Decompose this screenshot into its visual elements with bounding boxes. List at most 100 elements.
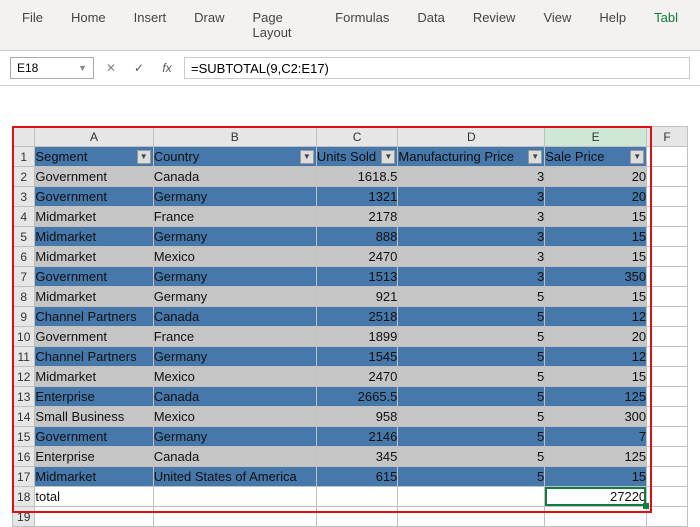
selection-handle[interactable] <box>643 503 649 509</box>
data-cell[interactable]: Government <box>35 327 153 347</box>
data-cell[interactable]: Germany <box>153 267 316 287</box>
data-cell[interactable]: 5 <box>398 367 545 387</box>
data-cell[interactable]: 1545 <box>316 347 398 367</box>
cell[interactable] <box>316 487 398 507</box>
data-cell[interactable]: Midmarket <box>35 247 153 267</box>
data-cell[interactable]: 20 <box>545 167 647 187</box>
cell-F1[interactable] <box>647 147 688 167</box>
ribbon-tab-insert[interactable]: Insert <box>120 4 181 46</box>
data-cell[interactable]: 5 <box>398 287 545 307</box>
cell-F12[interactable] <box>647 367 688 387</box>
data-cell[interactable]: Midmarket <box>35 287 153 307</box>
data-cell[interactable]: 888 <box>316 227 398 247</box>
header-cell-manufacturing-price[interactable]: Manufacturing Price▼ <box>398 147 545 167</box>
data-cell[interactable]: 345 <box>316 447 398 467</box>
data-cell[interactable]: 1899 <box>316 327 398 347</box>
data-cell[interactable]: 5 <box>398 347 545 367</box>
row-header-9[interactable]: 9 <box>13 307 35 327</box>
cell[interactable] <box>398 487 545 507</box>
data-cell[interactable]: Government <box>35 187 153 207</box>
data-cell[interactable]: Germany <box>153 227 316 247</box>
filter-icon[interactable]: ▼ <box>381 150 395 164</box>
cell-F6[interactable] <box>647 247 688 267</box>
data-cell[interactable]: 15 <box>545 247 647 267</box>
row-header-6[interactable]: 6 <box>13 247 35 267</box>
row-header-13[interactable]: 13 <box>13 387 35 407</box>
data-cell[interactable]: Canada <box>153 447 316 467</box>
fx-icon[interactable]: fx <box>156 57 178 79</box>
data-cell[interactable]: 125 <box>545 387 647 407</box>
data-cell[interactable]: France <box>153 207 316 227</box>
data-cell[interactable]: Enterprise <box>35 387 153 407</box>
data-cell[interactable]: 15 <box>545 227 647 247</box>
col-header-D[interactable]: D <box>398 127 545 147</box>
row-header-8[interactable]: 8 <box>13 287 35 307</box>
data-cell[interactable]: 3 <box>398 227 545 247</box>
data-cell[interactable]: Germany <box>153 347 316 367</box>
data-cell[interactable]: 2470 <box>316 247 398 267</box>
row-header-5[interactable]: 5 <box>13 227 35 247</box>
row-header-4[interactable]: 4 <box>13 207 35 227</box>
row-header-1[interactable]: 1 <box>13 147 35 167</box>
data-cell[interactable]: 5 <box>398 387 545 407</box>
data-cell[interactable]: 3 <box>398 247 545 267</box>
data-cell[interactable]: 15 <box>545 467 647 487</box>
cell-F8[interactable] <box>647 287 688 307</box>
data-cell[interactable]: 1513 <box>316 267 398 287</box>
ribbon-tab-view[interactable]: View <box>529 4 585 46</box>
cell-F15[interactable] <box>647 427 688 447</box>
data-cell[interactable]: 12 <box>545 347 647 367</box>
data-cell[interactable]: 3 <box>398 207 545 227</box>
cell[interactable] <box>153 487 316 507</box>
data-cell[interactable]: Germany <box>153 427 316 447</box>
data-cell[interactable]: 2146 <box>316 427 398 447</box>
cell[interactable] <box>647 507 688 527</box>
cell[interactable] <box>398 507 545 527</box>
col-header-A[interactable]: A <box>35 127 153 147</box>
data-cell[interactable]: Small Business <box>35 407 153 427</box>
data-cell[interactable]: Mexico <box>153 247 316 267</box>
data-cell[interactable]: 3 <box>398 267 545 287</box>
data-cell[interactable]: 921 <box>316 287 398 307</box>
cell-F16[interactable] <box>647 447 688 467</box>
cell-F10[interactable] <box>647 327 688 347</box>
data-cell[interactable]: Midmarket <box>35 367 153 387</box>
data-cell[interactable]: 300 <box>545 407 647 427</box>
row-header-10[interactable]: 10 <box>13 327 35 347</box>
header-cell-country[interactable]: Country▼ <box>153 147 316 167</box>
cell[interactable] <box>545 507 647 527</box>
chevron-down-icon[interactable]: ▼ <box>78 63 87 73</box>
data-cell[interactable]: 5 <box>398 407 545 427</box>
total-label-cell[interactable]: total <box>35 487 153 507</box>
data-cell[interactable]: Channel Partners <box>35 347 153 367</box>
header-cell-units-sold[interactable]: Units Sold▼ <box>316 147 398 167</box>
cell-F5[interactable] <box>647 227 688 247</box>
header-cell-segment[interactable]: Segment▼ <box>35 147 153 167</box>
data-cell[interactable]: Germany <box>153 287 316 307</box>
filter-icon[interactable]: ▼ <box>300 150 314 164</box>
row-header-16[interactable]: 16 <box>13 447 35 467</box>
data-cell[interactable]: Canada <box>153 307 316 327</box>
row-header-14[interactable]: 14 <box>13 407 35 427</box>
col-header-B[interactable]: B <box>153 127 316 147</box>
row-header-7[interactable]: 7 <box>13 267 35 287</box>
data-cell[interactable]: 3 <box>398 167 545 187</box>
cell-F14[interactable] <box>647 407 688 427</box>
filter-icon[interactable]: ▼ <box>630 150 644 164</box>
formula-input[interactable]: =SUBTOTAL(9,C2:E17) <box>184 57 690 79</box>
data-cell[interactable]: Government <box>35 427 153 447</box>
data-cell[interactable]: Germany <box>153 187 316 207</box>
row-header-12[interactable]: 12 <box>13 367 35 387</box>
confirm-icon[interactable]: ✓ <box>128 57 150 79</box>
data-cell[interactable]: 2518 <box>316 307 398 327</box>
data-cell[interactable]: 350 <box>545 267 647 287</box>
ribbon-tab-file[interactable]: File <box>8 4 57 46</box>
data-cell[interactable]: Midmarket <box>35 227 153 247</box>
data-cell[interactable]: 1321 <box>316 187 398 207</box>
filter-icon[interactable]: ▼ <box>528 150 542 164</box>
cell[interactable] <box>153 507 316 527</box>
col-header-F[interactable]: F <box>647 127 688 147</box>
data-cell[interactable]: 125 <box>545 447 647 467</box>
cell-F2[interactable] <box>647 167 688 187</box>
cell-F11[interactable] <box>647 347 688 367</box>
